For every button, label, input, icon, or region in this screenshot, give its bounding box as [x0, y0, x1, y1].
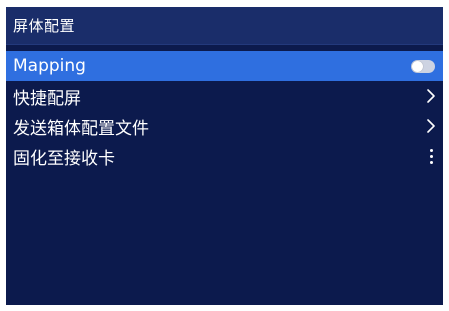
menu-item-send-cabinet-config[interactable]: 发送箱体配置文件 — [6, 111, 443, 141]
title-bar: 屏体配置 — [6, 7, 443, 45]
menu-item-label: 固化至接收卡 — [13, 148, 115, 169]
page-title: 屏体配置 — [13, 17, 76, 35]
menu-item-label: 快捷配屏 — [13, 88, 81, 109]
settings-menu: Mapping 快捷配屏 发送箱体配置文件 固化至接收卡 — [6, 51, 443, 171]
menu-item-label: Mapping — [13, 56, 86, 76]
chevron-right-icon — [425, 86, 437, 106]
screen-config-panel: 屏体配置 Mapping 快捷配屏 发送箱体配置文件 固化至接收卡 — [6, 7, 443, 305]
menu-item-quick-config[interactable]: 快捷配屏 — [6, 81, 443, 111]
toggle-knob — [412, 60, 423, 72]
menu-item-mapping[interactable]: Mapping — [6, 51, 443, 81]
more-vertical-icon[interactable] — [425, 146, 437, 166]
chevron-right-icon — [425, 116, 437, 136]
menu-item-save-to-receiving-card[interactable]: 固化至接收卡 — [6, 141, 443, 171]
menu-item-label: 发送箱体配置文件 — [13, 118, 149, 139]
mapping-toggle[interactable] — [411, 59, 435, 73]
